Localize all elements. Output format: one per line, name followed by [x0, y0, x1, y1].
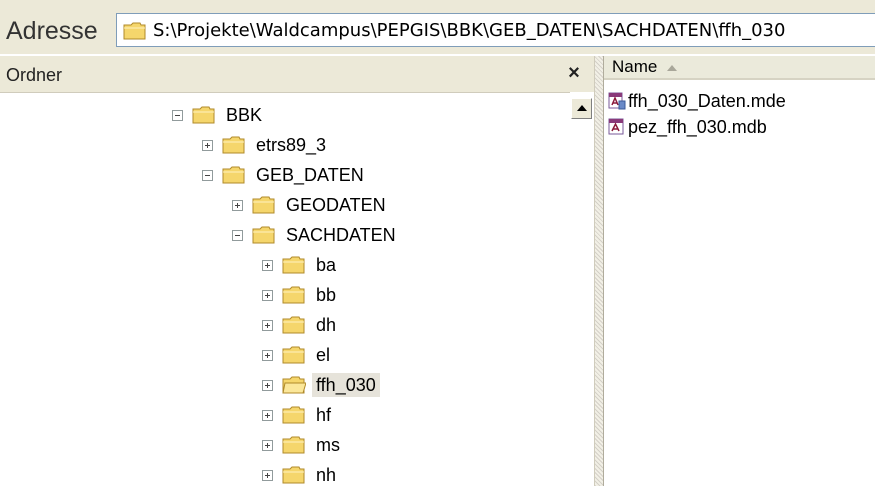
tree-node-label[interactable]: SACHDATEN	[282, 223, 400, 247]
tree-node-label[interactable]: ba	[312, 253, 340, 277]
tree-node-label[interactable]: etrs89_3	[252, 133, 330, 157]
vertical-scrollbar[interactable]	[570, 92, 594, 486]
access-mde-icon	[608, 92, 626, 115]
folder-icon	[282, 255, 306, 280]
tree-node-label[interactable]: el	[312, 343, 334, 367]
tree-node-label[interactable]: ms	[312, 433, 344, 457]
folder-icon	[282, 345, 306, 370]
collapse-icon[interactable]	[232, 230, 243, 241]
folder-tree: BBK etrs89_3 GEB_DATEN GEODATEN SACHDATE…	[0, 92, 570, 486]
folder-icon	[222, 135, 246, 160]
open-folder-icon	[282, 375, 307, 400]
scroll-up-arrow-icon[interactable]	[571, 98, 592, 119]
folder-icon	[282, 315, 306, 340]
pane-splitter[interactable]	[594, 56, 604, 486]
file-list-pane: Name ffh_030_Daten.mde pez_ffh_030.mdb	[604, 56, 875, 486]
folder-icon	[222, 165, 246, 190]
tree-node-label[interactable]: GEB_DATEN	[252, 163, 368, 187]
folder-icon	[252, 195, 276, 220]
tree-node-label[interactable]: nh	[312, 463, 340, 486]
folder-icon	[123, 21, 147, 46]
tree-node-label[interactable]: dh	[312, 313, 340, 337]
expand-icon[interactable]	[262, 290, 273, 301]
folder-icon	[252, 225, 276, 250]
folders-pane-header: Ordner ×	[0, 56, 594, 93]
folder-icon	[282, 435, 306, 460]
folder-icon	[282, 285, 306, 310]
file-name[interactable]: pez_ffh_030.mdb	[628, 116, 767, 138]
folders-pane: Ordner × BBK etrs89_3 GEB_DATEN GEODATEN…	[0, 56, 594, 486]
expand-icon[interactable]	[262, 470, 273, 481]
expand-icon[interactable]	[262, 440, 273, 451]
tree-node-label-selected[interactable]: ffh_030	[312, 373, 380, 397]
tree-node-label[interactable]: BBK	[222, 103, 266, 127]
column-header-name[interactable]: Name	[604, 56, 875, 80]
folder-icon	[282, 465, 306, 486]
address-path-text[interactable]: S:\Projekte\Waldcampus\PEPGIS\BBK\GEB_DA…	[153, 19, 785, 43]
folders-pane-title: Ordner	[6, 65, 63, 85]
expand-icon[interactable]	[232, 200, 243, 211]
folder-icon	[282, 405, 306, 430]
tree-node-label[interactable]: hf	[312, 403, 335, 427]
collapse-icon[interactable]	[202, 170, 213, 181]
close-icon[interactable]: ×	[562, 60, 586, 86]
file-name[interactable]: ffh_030_Daten.mde	[628, 90, 786, 112]
tree-node-label[interactable]: bb	[312, 283, 340, 307]
expand-icon[interactable]	[262, 350, 273, 361]
address-bar: Adresse S:\Projekte\Waldcampus\PEPGIS\BB…	[0, 0, 875, 55]
expand-icon[interactable]	[202, 140, 213, 151]
expand-icon[interactable]	[262, 260, 273, 271]
sort-ascending-icon	[667, 64, 678, 71]
expand-icon[interactable]	[262, 320, 273, 331]
address-label: Adresse	[6, 17, 98, 45]
expand-icon[interactable]	[262, 380, 273, 391]
tree-node-label[interactable]: GEODATEN	[282, 193, 390, 217]
access-mdb-icon	[608, 118, 626, 141]
column-header-label: Name	[612, 57, 658, 76]
address-field[interactable]: S:\Projekte\Waldcampus\PEPGIS\BBK\GEB_DA…	[116, 13, 875, 47]
expand-icon[interactable]	[262, 410, 273, 421]
folder-icon	[192, 105, 216, 130]
collapse-icon[interactable]	[172, 110, 183, 121]
